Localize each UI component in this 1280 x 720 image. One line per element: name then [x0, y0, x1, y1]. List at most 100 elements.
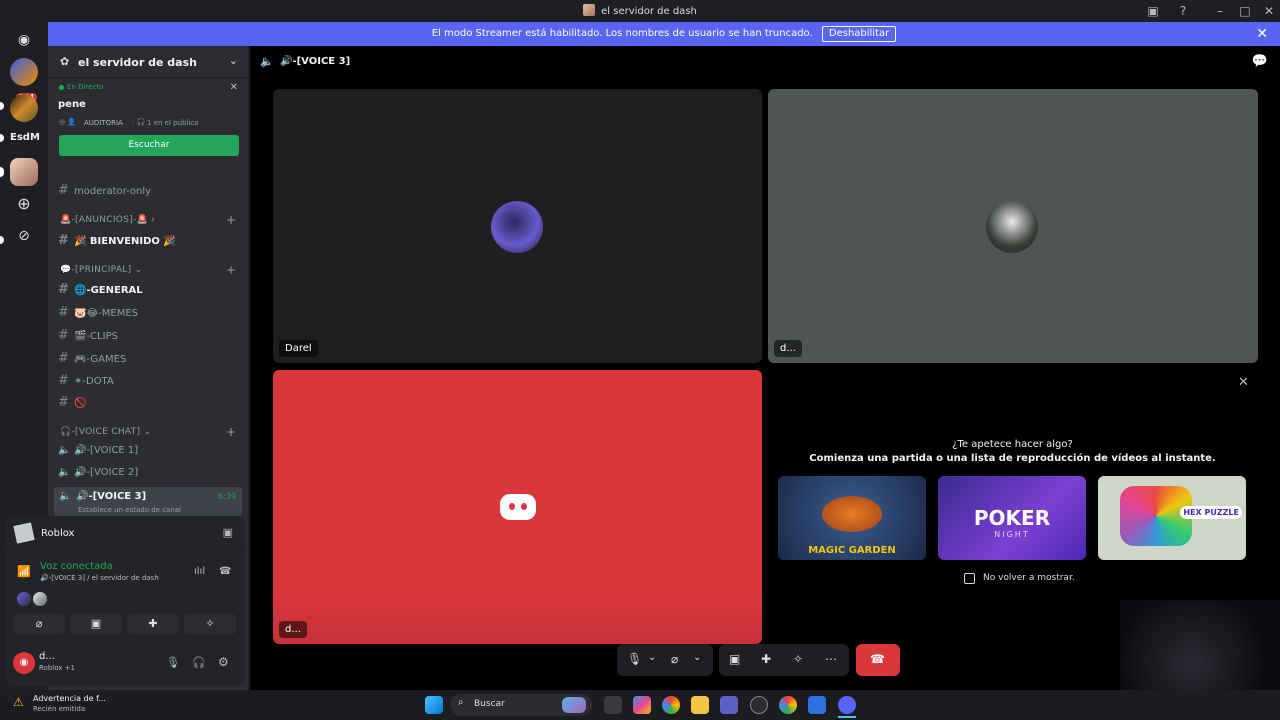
listen-button[interactable]: Escuchar — [59, 135, 239, 156]
chevron-down-icon[interactable]: ⌄ — [229, 54, 238, 67]
category-principal[interactable]: 💬-[PRINCIPAL] ⌄ — [60, 265, 142, 275]
close-icon[interactable]: ✕ — [1256, 22, 1268, 46]
participant-tile[interactable]: d... — [273, 370, 762, 644]
soundboard-button[interactable]: ✧ — [793, 652, 803, 666]
server-avatar[interactable] — [10, 94, 38, 122]
soundboard-button[interactable]: ✧ — [184, 614, 236, 634]
activity-prompt-subtitle: Comienza una partida o una lista de repr… — [809, 453, 1216, 464]
chevron-down-icon[interactable]: ⌄ — [693, 652, 701, 663]
voice-status[interactable]: Voz conectada — [40, 561, 113, 572]
copilot-icon[interactable] — [633, 696, 651, 714]
voice-channel-item[interactable]: 🔈 🔊-[VOICE 2] — [58, 467, 138, 485]
minimize-button[interactable]: – — [1212, 3, 1228, 19]
camera-off-button[interactable]: ⌀ — [13, 614, 65, 634]
app-icon[interactable] — [808, 696, 826, 714]
dont-show-label: No volver a mostrar. — [983, 573, 1075, 583]
server-avatar[interactable] — [10, 58, 38, 86]
disconnect-button[interactable]: ☎ — [856, 644, 900, 676]
discord-home-icon[interactable]: ◉ — [10, 26, 38, 54]
chat-icon[interactable]: 💬 — [1252, 54, 1268, 69]
signal-icon: 📶 — [17, 565, 31, 578]
add-channel-icon[interactable]: + — [226, 263, 236, 277]
activity-card-poker-night[interactable]: POKER NIGHT — [938, 476, 1086, 560]
screen-share-button[interactable]: ▣ — [70, 614, 122, 634]
close-icon[interactable]: ✕ — [1238, 375, 1249, 390]
category-voice[interactable]: 🎧-[VOICE CHAT] ⌄ — [60, 427, 151, 437]
help-icon[interactable]: ? — [1175, 3, 1191, 19]
participant-tile[interactable]: Darel — [273, 89, 762, 363]
participant-avatar — [986, 201, 1038, 253]
channel-item[interactable]: # 🚫 — [58, 395, 86, 413]
start-icon[interactable] — [425, 696, 443, 714]
channel-item[interactable]: # ✴-DOTA — [58, 373, 114, 391]
task-view-icon[interactable] — [604, 696, 622, 714]
chrome-icon[interactable] — [662, 696, 680, 714]
channel-item[interactable]: # 🎮-GAMES — [58, 351, 126, 369]
taskbar-search[interactable]: ⌕ Buscar — [450, 694, 592, 716]
discover-icon[interactable]: ⊘ — [10, 222, 38, 250]
participant-name: d... — [774, 340, 802, 357]
server-acronym[interactable]: EsdM — [10, 132, 40, 143]
camera-off-button[interactable]: ⌀ — [671, 652, 678, 666]
screen-share-button[interactable]: ▣ — [729, 652, 740, 666]
dont-show-checkbox[interactable] — [964, 573, 975, 584]
app-icon[interactable] — [750, 696, 768, 714]
activities-button[interactable]: ✚ — [761, 652, 771, 666]
channel-item[interactable]: # 🎬-CLIPS — [58, 328, 118, 346]
add-channel-icon[interactable]: + — [226, 213, 236, 227]
chrome-profile-icon[interactable] — [779, 696, 797, 714]
noise-suppression-icon[interactable]: ılıl — [194, 566, 205, 577]
search-placeholder: Buscar — [474, 699, 505, 709]
server-name: el servidor de dash — [78, 56, 197, 69]
disable-streamer-button[interactable]: Deshabilitar — [821, 26, 897, 42]
voice-call-area: 🔈 🔊-[VOICE 3] 💬 Darel d... d... ✕ ¿Te ap… — [250, 46, 1280, 690]
add-channel-icon[interactable]: + — [226, 425, 236, 439]
channel-item[interactable]: # 🐷😂-MEMES — [58, 305, 138, 323]
participant-avatar[interactable] — [17, 592, 31, 606]
activity-card-magic-garden[interactable]: MAGIC GARDEN — [778, 476, 926, 560]
activity-card-hex-puzzle[interactable]: HEX PUZZLE — [1098, 476, 1246, 560]
gear-icon[interactable]: ⚙ — [218, 655, 229, 669]
search-icon: ⌕ — [458, 697, 464, 708]
discord-taskbar-icon[interactable] — [838, 696, 856, 714]
webcam-overlay — [1120, 600, 1280, 690]
maximize-button[interactable]: □ — [1237, 3, 1253, 19]
participant-avatar[interactable] — [33, 592, 47, 606]
category-anuncios[interactable]: 🚨-[ANUNCIOS]-🚨 › — [60, 215, 155, 225]
disconnect-icon[interactable]: ☎ — [219, 566, 231, 577]
add-server-icon[interactable]: ⊕ — [10, 190, 38, 218]
inbox-icon[interactable]: ▣ — [1145, 3, 1161, 19]
hash-icon: # — [58, 328, 69, 343]
server-avatar-active[interactable] — [10, 158, 38, 186]
teams-icon[interactable] — [720, 696, 738, 714]
user-name: d... — [39, 651, 55, 662]
close-window-button[interactable]: ✕ — [1261, 3, 1277, 19]
microphone-icon[interactable]: 🎙 — [166, 656, 180, 669]
channel-status-link[interactable]: Establece un estado de canal — [78, 506, 181, 514]
headphones-icon[interactable]: 🎧 — [192, 656, 206, 669]
speaker-icon: 🔈 — [58, 467, 71, 478]
streamer-mode-banner: El modo Streamer está habilitado. Los no… — [48, 22, 1280, 46]
voice-channel-name: 🔊-[VOICE 3] — [76, 491, 147, 502]
screen-share-icon[interactable]: ▣ — [223, 526, 233, 539]
file-explorer-icon[interactable] — [691, 696, 709, 714]
close-icon[interactable]: ✕ — [230, 82, 238, 93]
microphone-button[interactable]: 🎙 — [627, 652, 642, 666]
hash-icon: # — [58, 233, 69, 248]
server-header[interactable]: ✿ el servidor de dash ⌄ — [48, 46, 248, 78]
participant-tile[interactable]: d... — [768, 89, 1258, 363]
speaker-icon: 🔈 — [58, 445, 71, 456]
voice-channel-item[interactable]: 🔈 🔊-[VOICE 1] — [58, 445, 138, 463]
activities-button[interactable]: ✚ — [127, 614, 179, 634]
activity-prompt-title: ¿Te apetece hacer algo? — [952, 439, 1073, 450]
channel-item[interactable]: # 🌐-GENERAL — [58, 282, 143, 300]
chevron-down-icon[interactable]: ⌄ — [648, 652, 656, 663]
more-icon[interactable]: ⋯ — [825, 652, 837, 666]
channel-item[interactable]: # 🎉 BIENVENIDO 🎉 — [58, 233, 176, 251]
user-avatar[interactable]: ◉ — [13, 652, 35, 674]
notification-title[interactable]: Advertencia de f... — [33, 694, 106, 703]
hang-up-icon: ☎ — [870, 652, 885, 666]
channel-item[interactable]: # moderator-only — [58, 183, 151, 201]
voice-location[interactable]: 🔊-[VOICE 3] / el servidor de dash — [40, 574, 159, 582]
voice-channel-active[interactable]: 🔈 🔊-[VOICE 3] 6:39 Establece un estado d… — [54, 487, 242, 517]
